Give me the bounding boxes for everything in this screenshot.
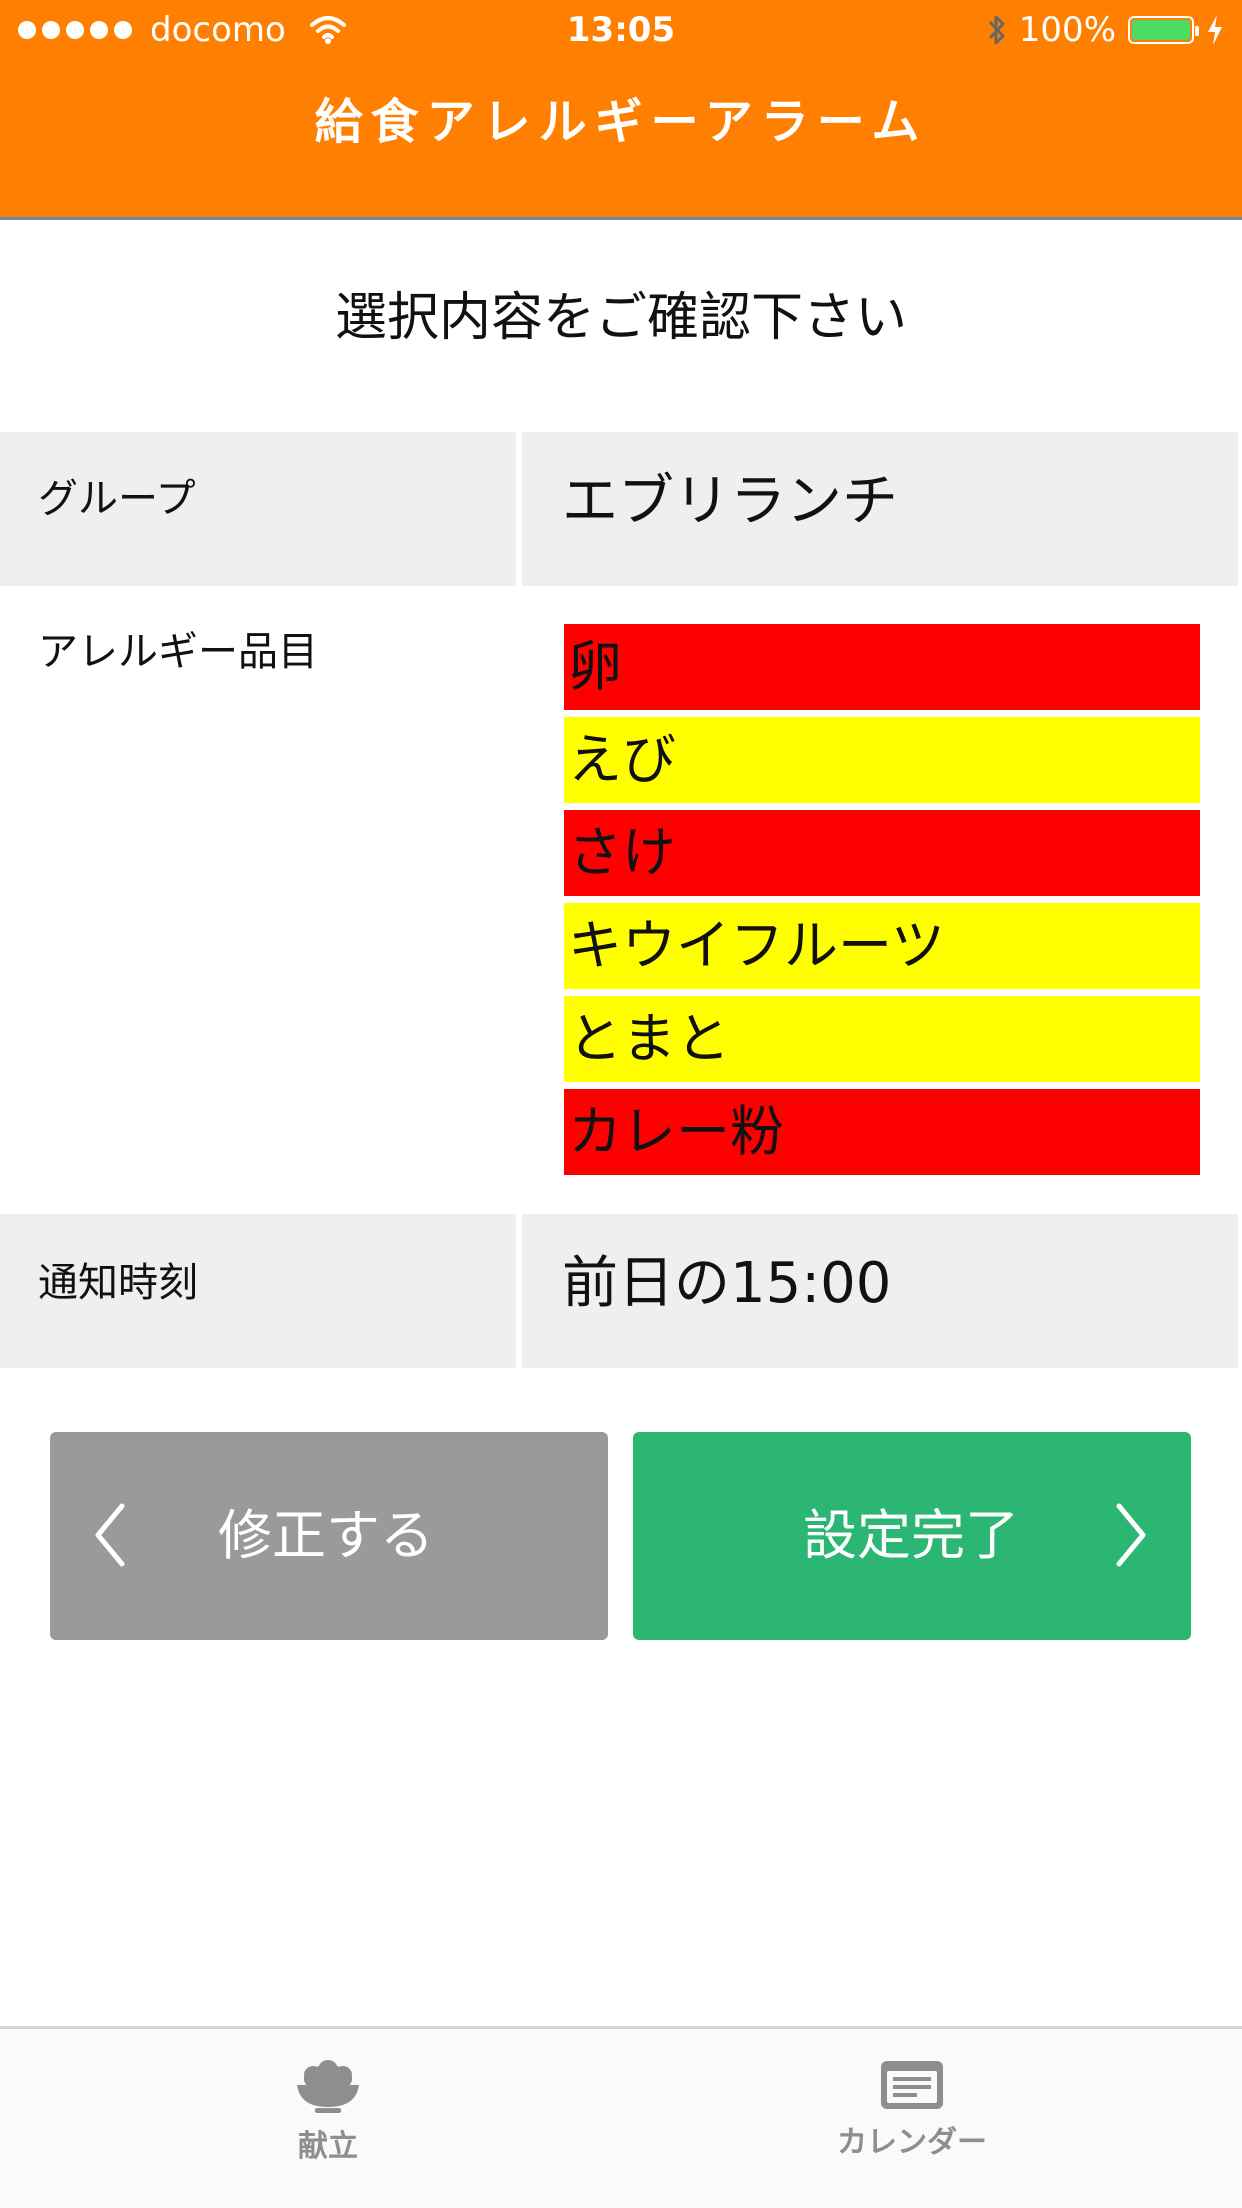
tab-menu[interactable]: 献立 bbox=[178, 2059, 478, 2165]
status-right: 100% bbox=[987, 10, 1224, 50]
allergy-item: えび bbox=[564, 717, 1200, 803]
allergy-row: アレルギー品目 卵 えび さけ キウイフルーツ とまと カレー粉 bbox=[0, 590, 1242, 1210]
page-title: 選択内容をご確認下さい bbox=[334, 288, 907, 348]
allergy-label: アレルギー品目 bbox=[0, 590, 516, 1210]
app-header: docomo 13:05 100% 給食アレルギーアラーム bbox=[0, 0, 1242, 220]
chevron-right-icon bbox=[1116, 1503, 1146, 1567]
allergy-item: キウイフルーツ bbox=[564, 903, 1200, 989]
edit-button-label: 修正する bbox=[218, 1504, 434, 1567]
group-value: エブリランチ bbox=[522, 432, 1238, 586]
complete-button-label: 設定完了 bbox=[803, 1504, 1019, 1567]
bluetooth-icon bbox=[988, 15, 1005, 45]
notify-value: 前日の15:00 bbox=[522, 1214, 1238, 1368]
group-row: グループ エブリランチ bbox=[0, 432, 1242, 586]
app-title: 給食アレルギーアラーム bbox=[314, 94, 928, 150]
allergy-item: さけ bbox=[564, 810, 1200, 896]
complete-settings-button[interactable]: 設定完了 bbox=[633, 1432, 1191, 1640]
battery-percent: 100% bbox=[1018, 10, 1116, 50]
chevron-left-icon bbox=[95, 1503, 125, 1567]
allergy-item: とまと bbox=[564, 996, 1200, 1082]
battery-level-fill bbox=[1132, 20, 1190, 40]
column-divider bbox=[516, 432, 522, 1368]
tab-calendar[interactable]: カレンダー bbox=[762, 2059, 1062, 2161]
calendar-icon bbox=[881, 2061, 943, 2109]
allergy-item: 卵 bbox=[564, 624, 1200, 710]
screen: docomo 13:05 100% 給食アレルギーアラーム 選択内容をご確認下さ… bbox=[0, 0, 1242, 2208]
allergy-item: カレー粉 bbox=[564, 1089, 1200, 1175]
battery-icon bbox=[1128, 16, 1199, 44]
tab-bar: 献立 カレンダー bbox=[0, 2026, 1242, 2208]
notify-row: 通知時刻 前日の15:00 bbox=[0, 1214, 1242, 1368]
status-bar: docomo 13:05 100% bbox=[0, 0, 1242, 62]
tab-calendar-label: カレンダー bbox=[837, 2125, 987, 2160]
edit-button[interactable]: 修正する bbox=[50, 1432, 608, 1640]
charging-icon bbox=[1208, 15, 1222, 45]
rice-bowl-icon bbox=[297, 2060, 359, 2113]
allergy-list: 卵 えび さけ キウイフルーツ とまと カレー粉 bbox=[522, 590, 1238, 1210]
notify-label: 通知時刻 bbox=[0, 1214, 516, 1368]
group-label: グループ bbox=[0, 432, 516, 586]
tab-menu-label: 献立 bbox=[298, 2129, 358, 2164]
